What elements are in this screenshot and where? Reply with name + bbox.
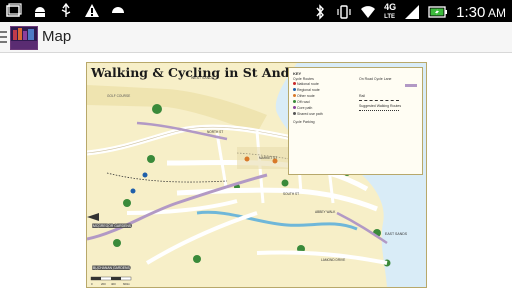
notification-icons [6, 3, 126, 19]
android-icon-2 [112, 7, 124, 13]
android-icon [35, 7, 45, 17]
key-walking-label: Suggested Walking Routes [359, 104, 402, 108]
map-key: KEY Cycle Routes National route Regional… [288, 67, 423, 175]
battery-icon [428, 6, 448, 18]
app-logo[interactable] [10, 26, 38, 50]
key-swatch-icon [293, 100, 296, 103]
key-title: KEY [293, 71, 302, 76]
key-walking: Suggested Walking Routes [359, 104, 401, 111]
key-cycle-parking: Cycle Parking [293, 120, 315, 124]
key-rail-label: Rail [359, 94, 366, 98]
system-icons: 4G LTE 1:30 AM [312, 3, 506, 21]
label-east-sands: EAST SANDS [385, 232, 408, 236]
key-rail-swatch [359, 100, 399, 101]
clock-suffix: AM [488, 5, 506, 20]
key-item-label: National route [296, 82, 319, 86]
clock-time: 1:30 [456, 3, 486, 21]
key-on-road-lane: On Road Cycle Lane [359, 77, 417, 87]
label-market-st: MARKET ST [259, 156, 277, 160]
warning-icon [85, 4, 99, 17]
drawer-indicator-icon[interactable] [0, 30, 8, 44]
key-swatch-icon [293, 106, 296, 109]
key-swatch-icon [293, 88, 296, 91]
label-abbey-walk: ABBEY WALK [315, 210, 336, 214]
key-on-road-lane-label: On Road Cycle Lane [359, 77, 392, 81]
app-logo-graphic [11, 27, 37, 49]
key-swatch-icon [293, 112, 296, 115]
label-buchanan-gardens: BUCHANAN GARDENS [93, 266, 130, 270]
app-bar [0, 22, 512, 53]
key-items: National route Regional route Other rout… [293, 82, 323, 118]
key-swatch-icon [293, 94, 296, 97]
scale-label-400: 400 [111, 282, 116, 286]
gallery-icon [6, 3, 22, 17]
clock: 1:30 AM [456, 4, 506, 21]
scale-label-200: 200 [101, 282, 106, 286]
key-walking-swatch [359, 110, 399, 111]
key-on-road-lane-swatch [405, 84, 417, 87]
bluetooth-icon [316, 4, 325, 20]
key-item-label: Other route [296, 94, 315, 98]
label-north-st: NORTH ST [207, 130, 223, 134]
network-type-label: 4G LTE [384, 3, 396, 21]
key-item-label: Shared use path [296, 112, 323, 116]
status-bar: 4G LTE 1:30 AM [0, 0, 512, 22]
key-cycle-parking-label: Cycle Parking [293, 120, 315, 124]
network-type: 4G [384, 2, 397, 12]
network-subtype: LTE [384, 14, 395, 20]
wifi-icon [361, 6, 376, 18]
label-lamond-drive: LAMOND DRIVE [321, 258, 345, 262]
scale-label-600: 600m [123, 282, 131, 286]
key-cycle-routes-label: Cycle Routes [293, 77, 314, 81]
key-item-label: Off road [296, 100, 310, 104]
key-swatch-icon [293, 82, 296, 85]
key-item-label: Core path [296, 106, 313, 110]
vibrate-icon [337, 5, 351, 19]
key-item-label: Regional route [296, 88, 320, 92]
map-image[interactable]: WEST SANDS EAST SANDS MARKET ST NORTH ST… [86, 62, 427, 288]
app-title: Map [42, 28, 72, 45]
key-rail: Rail [359, 94, 399, 101]
label-golf-course: GOLF COURSE [107, 94, 130, 98]
usb-icon [61, 3, 71, 17]
signal-icon [405, 5, 420, 19]
label-south-st: SOUTH ST [283, 192, 299, 196]
label-mcgregor-gardens: MCGREGOR GARDENS [93, 224, 132, 228]
key-item: Shared use path [293, 112, 323, 118]
